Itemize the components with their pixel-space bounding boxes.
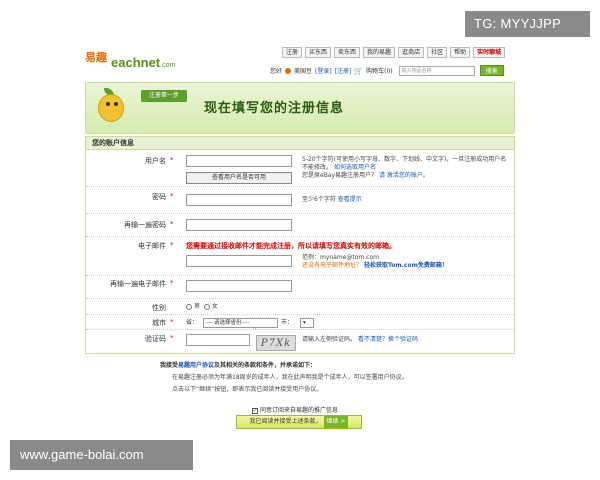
continue-button[interactable]: 我已阅读并接受上述条款， 继续 >	[236, 415, 362, 429]
email2-label: 再输一遍电子邮件	[110, 280, 166, 288]
required-mark: *	[170, 279, 174, 287]
ebean-label[interactable]: 美国豆	[294, 66, 312, 75]
banner-title: 现在填写您的注册信息	[204, 101, 345, 116]
email2-row: 再输一遍电子邮件 *	[86, 277, 514, 299]
password2-label: 再输一遍密码	[124, 221, 166, 229]
top-nav: 注册 买东西 卖东西 我的易趣 逛商店 社区 帮助 实时聊城	[282, 47, 506, 58]
logo-en: eachnet.com	[111, 55, 176, 70]
nav-sell[interactable]: 卖东西	[334, 47, 361, 58]
agreement-line1: 在易趣注册必须为年满18周岁的成年人，我在此声明我是个成年人，可以签署用户协议。	[172, 374, 408, 381]
email-input[interactable]	[186, 255, 292, 267]
city-select[interactable]: ▾	[300, 318, 314, 328]
captcha-label: 验证码	[145, 335, 166, 343]
city-label: 城市	[152, 319, 166, 327]
agreement-title: 我接受易趣用户协议及其相关的条款和条件，并承诺如下：	[160, 362, 317, 369]
email-row: 电子邮件 * 您需要通过接收邮件才能完成注册，所以请填写您真实有效的邮箱。 范例…	[86, 238, 514, 276]
password-input[interactable]	[186, 194, 292, 206]
tom-email-link[interactable]: 轻松获取Tom.com免费邮箱！	[364, 262, 448, 269]
nav-community[interactable]: 社区	[427, 47, 448, 58]
username-hint: 5-20个字符(可使用小写字母、数字、下划线、中文字)，一旦注册成功用户名不能修…	[302, 156, 507, 179]
email2-input[interactable]	[186, 280, 292, 292]
password2-input[interactable]	[186, 219, 292, 231]
site-logo[interactable]: 易趣 eachnet.com	[85, 45, 185, 79]
logo-cn: 易趣	[85, 51, 107, 64]
username-row: 用户名 * 5-20个字符(可使用小写字母、数字、下划线、中文字)，一旦注册成功…	[86, 151, 514, 187]
email-label: 电子邮件	[138, 242, 166, 250]
mascot-icon	[94, 88, 126, 124]
user-agreement-link[interactable]: 易趣用户协议	[178, 362, 214, 369]
required-mark: *	[170, 156, 174, 164]
nav-buy[interactable]: 买东西	[305, 47, 332, 58]
search-button[interactable]: 搜索	[479, 65, 504, 76]
gender-row: 性别 男 女	[86, 300, 514, 315]
register-link[interactable]: [注册]	[335, 66, 352, 75]
city-row: 城市 * 省： ----请选择省份---- 市： ▾	[86, 316, 514, 330]
nav-stores[interactable]: 逛商店	[398, 47, 425, 58]
email-warning: 您需要通过接收邮件才能完成注册，所以请填写您真实有效的邮箱。	[186, 242, 396, 250]
username-input[interactable]	[186, 155, 292, 167]
password2-row: 再输一遍密码 *	[86, 215, 514, 237]
cart-icon: 🛒	[354, 66, 364, 75]
captcha-row: 验证码 * P7Xk 请输入左侧验证码。 看不清楚？换个验证码	[86, 331, 514, 353]
page: TG: MYYJJPP 易趣 eachnet.com 注册 买东西 卖东西 我的…	[0, 0, 600, 480]
password-hint: 至少6个字符 查看提示	[302, 196, 362, 203]
gender-label: 性别	[152, 304, 166, 312]
required-mark: *	[170, 318, 174, 326]
user-bar: 您好 美国豆 [登录] [注册] 🛒 购物车(0) 输入物品名称 搜索	[270, 65, 504, 76]
search-input[interactable]: 输入物品名称	[398, 65, 475, 76]
greeting: 您好	[270, 68, 283, 75]
captcha-hint: 请输入左侧验证码。 看不清楚？换个验证码	[302, 336, 418, 343]
required-mark: *	[170, 220, 174, 228]
ebean-icon	[285, 67, 292, 74]
watermark-bottom: www.game-bolai.com	[10, 440, 193, 470]
city-sub-label: 市：	[281, 319, 294, 326]
agreement-line2: 点击以下“继续”按钮，即表示我已阅读并接受用户协议。	[172, 386, 323, 393]
nav-live-chat[interactable]: 实时聊城	[473, 47, 506, 58]
step-badge: 注册第一步	[141, 90, 188, 102]
nav-help[interactable]: 帮助	[450, 47, 471, 58]
male-radio[interactable]	[186, 303, 192, 310]
no-email-link[interactable]: 还没有电子邮件地址？	[302, 262, 362, 269]
step-banner: 注册第一步 现在填写您的注册信息	[85, 82, 515, 134]
view-tips-link[interactable]: 查看提示	[338, 196, 362, 203]
cart-link[interactable]: 购物车(0)	[366, 66, 393, 75]
female-radio[interactable]	[203, 303, 210, 310]
promo-checkbox[interactable]: ✓	[252, 407, 258, 414]
email-hint: 范例：myname@tom.com 还没有电子邮件地址？ 轻松获取Tom.com…	[302, 254, 448, 269]
activate-link[interactable]: 请 激活您的账户。	[379, 172, 429, 179]
captcha-image: P7Xk	[256, 335, 296, 351]
required-mark: *	[170, 241, 174, 249]
province-select[interactable]: ----请选择省份----	[203, 318, 278, 328]
login-link[interactable]: [登录]	[315, 66, 332, 75]
nav-my-eachnet[interactable]: 我的易趣	[363, 47, 396, 58]
watermark-top: TG: MYYJJPP	[465, 11, 590, 37]
username-label: 用户名	[145, 157, 166, 165]
gender-options: 男 女	[186, 303, 218, 311]
promo-optin: ✓ 同意订阅来自易趣的推广信息	[252, 407, 339, 414]
password-label: 密码	[152, 193, 166, 201]
captcha-input[interactable]	[186, 334, 250, 346]
check-username-button[interactable]: 查看用户名是否可用	[186, 172, 292, 184]
required-mark: *	[170, 192, 174, 200]
required-mark: *	[170, 334, 174, 342]
how-choose-link[interactable]: 如何选取用户名	[334, 164, 376, 171]
section-title: 您的账户信息	[86, 137, 514, 150]
password-row: 密码 * 至少6个字符 查看提示	[86, 188, 514, 214]
nav-register[interactable]: 注册	[282, 47, 303, 58]
registration-form: 您的账户信息 用户名 * 5-20个字符(可使用小写字母、数字、下划线、中文字)…	[85, 136, 515, 354]
province-label: 省：	[186, 319, 199, 326]
refresh-captcha-link[interactable]: 看不清楚？换个验证码	[358, 336, 418, 343]
